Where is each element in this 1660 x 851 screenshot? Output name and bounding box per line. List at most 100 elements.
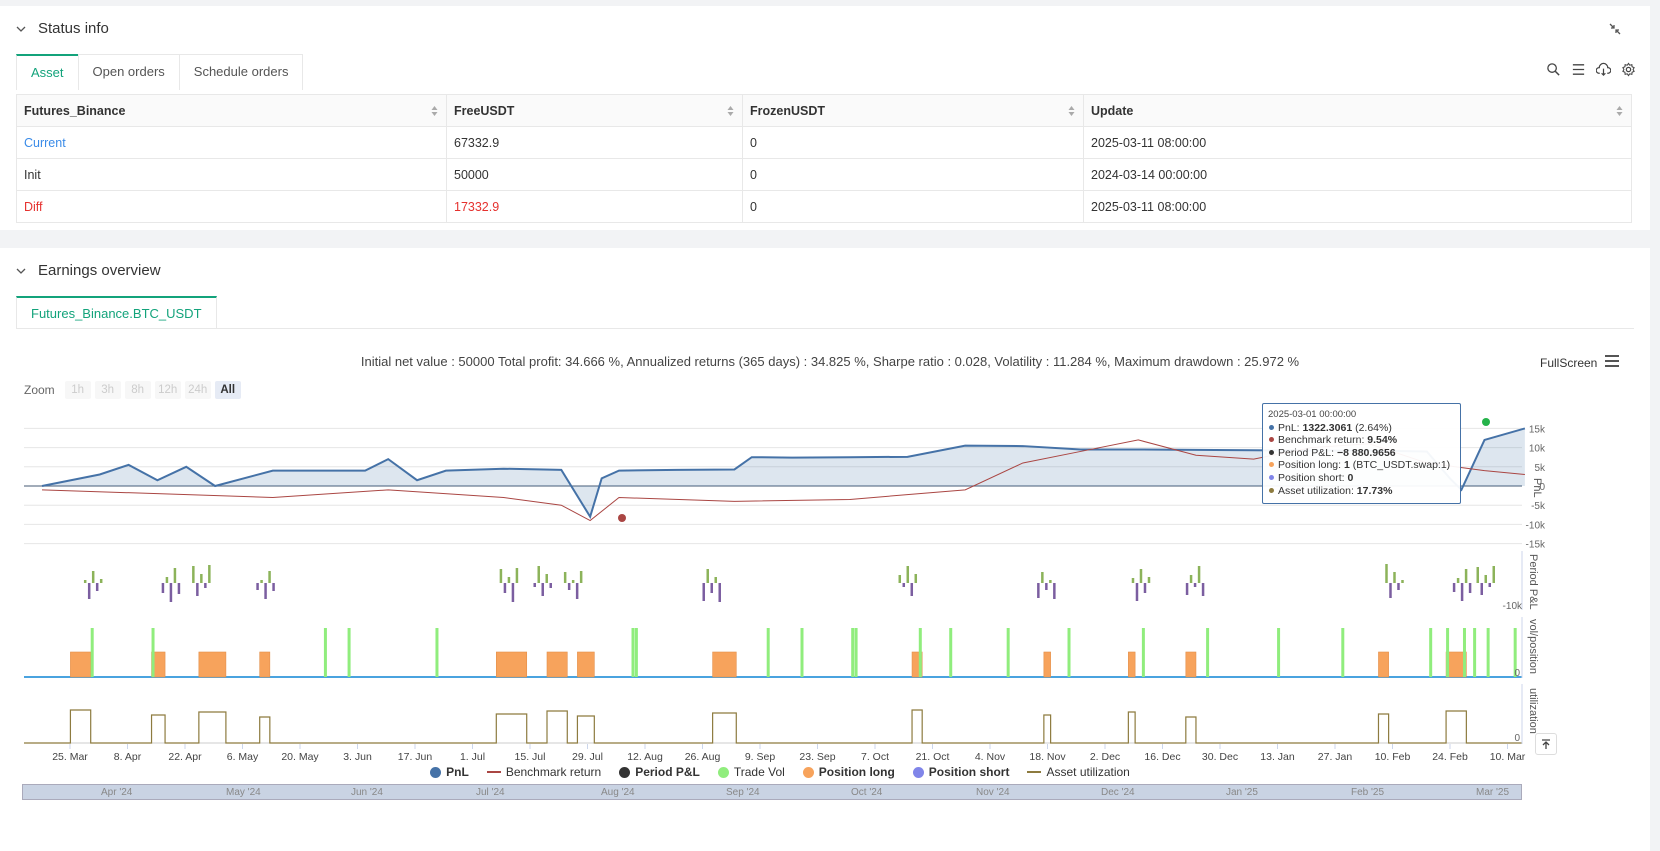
position-long-block <box>495 651 528 678</box>
util-tick-label: 0 <box>1514 733 1520 744</box>
period-bar <box>83 580 87 583</box>
period-bar <box>575 583 579 599</box>
x-tick-label: 8. Apr <box>114 751 142 763</box>
period-bar <box>204 583 207 588</box>
x-tick-label: 29. Jul <box>572 751 603 763</box>
chart-navigator[interactable]: Apr '24 May '24 Jun '24 Jul '24 Aug '24 Sep '… <box>22 784 1522 800</box>
period-bar <box>549 583 552 588</box>
navigator-label: Jul '24 <box>476 787 505 798</box>
trade-vol-bar <box>90 628 94 677</box>
navigator-label: Mar '25 <box>1476 787 1510 798</box>
trade-vol-bar <box>1206 628 1210 677</box>
period-bar <box>1197 566 1201 583</box>
legend-item-benchmark[interactable]: Benchmark return <box>486 765 601 779</box>
period-bar <box>710 583 713 593</box>
period-bar <box>200 574 203 583</box>
period-bar <box>1139 569 1143 583</box>
period-bar <box>1484 575 1487 583</box>
vol-tick-label: 0 <box>1514 668 1520 679</box>
period-bar <box>702 583 705 601</box>
legend-item-position-short[interactable]: Position short <box>912 765 1009 779</box>
period-bar <box>499 569 503 583</box>
pnl-axis-label: PnL <box>1531 478 1543 498</box>
trade-vol-bar <box>1277 628 1281 677</box>
position-long-block <box>712 651 737 678</box>
period-bar <box>1045 583 1048 590</box>
asset-util-line <box>24 709 1522 744</box>
trade-vol-bar <box>1006 628 1010 677</box>
period-bar <box>1476 567 1479 583</box>
period-bar <box>169 583 173 602</box>
x-tick-label: 21. Oct <box>916 751 950 763</box>
y-tick-label: -15k <box>1526 540 1546 551</box>
period-bar <box>95 583 99 591</box>
position-long-block <box>259 651 271 678</box>
tooltip-period: Period P&L: −8 880.9656 <box>1268 447 1455 460</box>
trade-vol-bar <box>918 628 922 677</box>
x-tick-label: 18. Nov <box>1029 751 1066 763</box>
period-bar <box>1456 578 1460 583</box>
period-bar <box>1464 569 1468 583</box>
x-tick-label: 23. Sep <box>799 751 835 763</box>
x-tick-label: 3. Jun <box>343 751 372 763</box>
legend-item-pnl[interactable]: PnL <box>430 765 469 779</box>
period-bar <box>537 566 540 583</box>
x-tick-label: 10. Feb <box>1375 751 1411 763</box>
x-tick-label: 6. May <box>227 751 259 763</box>
trade-vol-bar <box>1446 628 1450 677</box>
period-bar <box>533 583 536 587</box>
period-bar <box>1147 577 1151 583</box>
legend-item-asset-util[interactable]: Asset utilization <box>1027 765 1130 779</box>
period-bar <box>165 577 169 583</box>
trade-vol-bar <box>851 628 855 677</box>
chart-tooltip: 2025-03-01 00:00:00 PnL: 1322.3061 (2.64… <box>1262 403 1461 504</box>
scroll-top-button[interactable] <box>1535 733 1557 755</box>
y-tick-label: 10k <box>1529 444 1546 455</box>
trade-vol-bar <box>347 628 351 677</box>
util-axis-label: utilization <box>1527 688 1539 734</box>
x-tick-label: 26. Aug <box>685 751 721 763</box>
legend-item-period-pnl[interactable]: Period P&L <box>619 765 700 779</box>
period-bar <box>1185 583 1189 595</box>
position-long-block <box>1128 651 1136 678</box>
position-long-block <box>1185 651 1197 678</box>
period-bar <box>515 568 519 583</box>
legend-item-trade-vol[interactable]: Trade Vol <box>717 765 785 779</box>
period-bar <box>571 580 575 583</box>
navigator-label: Sep '24 <box>726 787 760 798</box>
x-tick-label: 16. Dec <box>1144 751 1180 763</box>
period-bar <box>268 571 271 583</box>
trade-vol-bar <box>1462 628 1466 677</box>
tooltip-long: Position long: 1 (BTC_USDT.swap:1) <box>1268 459 1455 472</box>
period-bar <box>906 566 910 583</box>
navigator-label: Jan '25 <box>1226 787 1258 798</box>
period-bar <box>718 583 721 602</box>
period-bar <box>1492 566 1495 583</box>
period-bar <box>1201 583 1205 596</box>
period-bar <box>511 583 515 602</box>
position-long-block <box>577 651 595 678</box>
period-bar <box>1041 572 1044 583</box>
period-bar <box>1397 583 1400 590</box>
trade-vol-bar <box>766 628 770 677</box>
period-bar <box>706 569 709 583</box>
vol-axis-label: vol/position <box>1527 619 1539 674</box>
period-bar <box>1468 583 1472 593</box>
trade-vol-bar <box>1429 628 1433 677</box>
period-bar <box>173 568 177 583</box>
period-bar <box>579 571 583 583</box>
marker-point <box>1482 418 1490 426</box>
period-bar <box>545 574 548 583</box>
tooltip-short: Position short: 0 <box>1268 472 1455 485</box>
x-tick-label: 2. Dec <box>1090 751 1120 763</box>
x-tick-label: 13. Jan <box>1260 751 1295 763</box>
period-bar <box>507 577 511 583</box>
period-bar <box>264 583 267 599</box>
period-bar <box>1037 583 1040 598</box>
arrow-up-icon <box>1542 739 1550 749</box>
period-bar <box>99 579 103 583</box>
period-bar <box>1189 575 1193 583</box>
x-tick-label: 9. Sep <box>745 751 776 763</box>
navigator-label: Apr '24 <box>101 787 133 798</box>
legend-item-position-long[interactable]: Position long <box>802 765 895 779</box>
